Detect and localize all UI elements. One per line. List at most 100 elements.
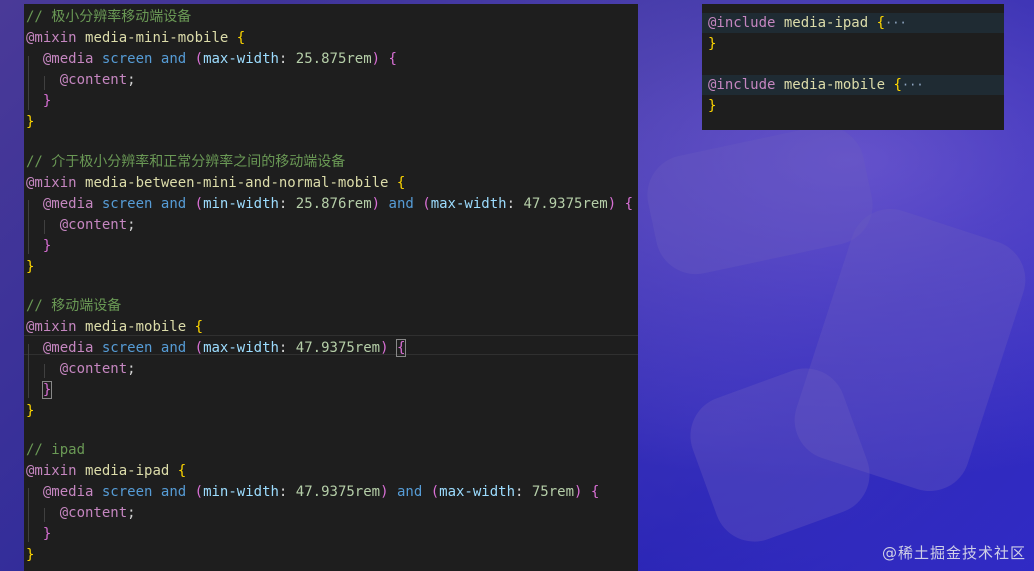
code-line[interactable]: @mixin media-mini-mobile { [26, 28, 245, 48]
css-property: min-width [203, 196, 279, 212]
close-brace: } [26, 114, 35, 130]
paren: ( [194, 340, 204, 356]
code-line[interactable]: @media screen and (min-width: 25.876rem)… [26, 194, 633, 214]
css-value: 25.876rem [295, 196, 372, 212]
code-line[interactable]: @media screen and (min-width: 47.9375rem… [26, 482, 599, 502]
css-property: max-width [430, 196, 507, 212]
open-brace-matched: { [395, 339, 407, 357]
semicolon: ; [127, 217, 136, 233]
background-shape [639, 118, 881, 282]
code-line[interactable]: } [26, 91, 51, 111]
code-line[interactable]: } [26, 401, 34, 421]
close-brace: } [708, 36, 717, 52]
code-keyword: @include [708, 77, 776, 93]
mixin-name: media-mobile [85, 319, 187, 335]
semicolon: ; [127, 361, 136, 377]
code-line[interactable]: } [26, 236, 51, 256]
media-type: screen [101, 340, 153, 356]
media-type: screen [101, 196, 153, 212]
code-operator: and [388, 196, 414, 212]
css-property: max-width [203, 51, 279, 67]
code-line[interactable]: // ipad [26, 440, 85, 460]
code-line[interactable]: // 移动端设备 [26, 296, 121, 316]
code-line[interactable]: @include media-mobile {··· [708, 75, 924, 95]
code-keyword: @content [59, 217, 128, 233]
code-keyword: @content [59, 361, 128, 377]
close-brace: } [26, 547, 35, 563]
paren: ) [607, 196, 617, 212]
code-editor[interactable]: // 极小分辨率移动端设备 @mixin media-mini-mobile {… [24, 4, 638, 571]
close-brace: } [42, 238, 52, 254]
code-line[interactable]: @include media-ipad {··· [708, 13, 907, 33]
folded-code-editor[interactable]: @include media-ipad {··· } @include medi… [702, 4, 1004, 130]
open-brace: { [236, 30, 246, 46]
fold-ellipsis-icon[interactable]: ··· [902, 78, 924, 92]
code-comment: // 极小分辨率移动端设备 [26, 9, 192, 25]
paren: ) [380, 340, 389, 356]
code-line[interactable]: // 介于极小分辨率和正常分辨率之间的移动端设备 [26, 152, 345, 172]
paren: ) [380, 484, 389, 500]
close-brace: } [42, 93, 52, 109]
code-line[interactable]: @mixin media-mobile { [26, 317, 203, 337]
open-brace: { [396, 175, 406, 191]
code-keyword: @content [59, 505, 128, 521]
code-comment: // 介于极小分辨率和正常分辨率之间的移动端设备 [26, 154, 346, 170]
css-value: 47.9375rem [523, 196, 608, 212]
css-value: 75rem [531, 484, 575, 500]
paren: ( [422, 196, 431, 212]
paren: ( [430, 484, 440, 500]
code-keyword: @media [42, 51, 94, 67]
colon: : [278, 340, 288, 356]
code-line[interactable]: @media screen and (max-width: 25.875rem)… [26, 49, 397, 69]
open-brace: { [177, 463, 187, 479]
code-line[interactable]: @content; [26, 359, 136, 379]
code-line[interactable]: @mixin media-between-mini-and-normal-mob… [26, 173, 405, 193]
open-brace: { [876, 15, 886, 31]
code-line[interactable]: } [26, 112, 34, 132]
fold-ellipsis-icon[interactable]: ··· [885, 16, 907, 30]
css-value: 47.9375rem [295, 484, 381, 500]
paren: ) [371, 51, 381, 67]
code-line[interactable]: } [708, 34, 716, 54]
mixin-name: media-ipad [85, 463, 170, 479]
code-comment: // 移动端设备 [26, 298, 122, 314]
code-line[interactable]: @mixin media-ipad { [26, 461, 186, 481]
code-keyword: @mixin [26, 30, 77, 46]
open-brace: { [624, 196, 634, 212]
media-type: screen [101, 51, 153, 67]
code-operator: and [160, 51, 187, 67]
paren: ( [194, 51, 204, 67]
css-value: 47.9375rem [295, 340, 381, 356]
code-line[interactable]: @media screen and (max-width: 47.9375rem… [26, 338, 407, 358]
paren: ) [371, 196, 381, 212]
paren: ( [194, 196, 204, 212]
open-brace: { [893, 77, 902, 93]
code-line[interactable]: } [26, 524, 51, 544]
code-line[interactable]: } [26, 545, 34, 565]
css-value: 25.875rem [295, 51, 372, 67]
code-line[interactable]: @content; [26, 215, 136, 235]
media-type: screen [101, 484, 153, 500]
code-operator: and [160, 340, 187, 356]
close-brace: } [708, 98, 717, 114]
open-brace: { [388, 51, 397, 67]
code-keyword: @mixin [26, 175, 77, 191]
paren: ) [574, 484, 583, 500]
code-operator: and [396, 484, 423, 500]
code-line[interactable]: @content; [26, 70, 136, 90]
code-line[interactable]: } [708, 96, 716, 116]
colon: : [506, 196, 515, 212]
watermark: @稀土掘金技术社区 [881, 544, 1026, 562]
code-line[interactable]: @content; [26, 503, 136, 523]
code-keyword: @mixin [26, 319, 77, 335]
code-comment: // ipad [26, 442, 86, 458]
mixin-name: media-ipad [783, 15, 869, 31]
code-line[interactable]: // 极小分辨率移动端设备 [26, 7, 191, 27]
close-brace: } [26, 403, 35, 419]
css-property: min-width [203, 484, 279, 500]
code-keyword: @media [42, 484, 94, 500]
code-operator: and [160, 484, 187, 500]
code-line[interactable]: } [26, 380, 53, 400]
mixin-name: media-mobile [783, 77, 886, 93]
code-line[interactable]: } [26, 257, 34, 277]
